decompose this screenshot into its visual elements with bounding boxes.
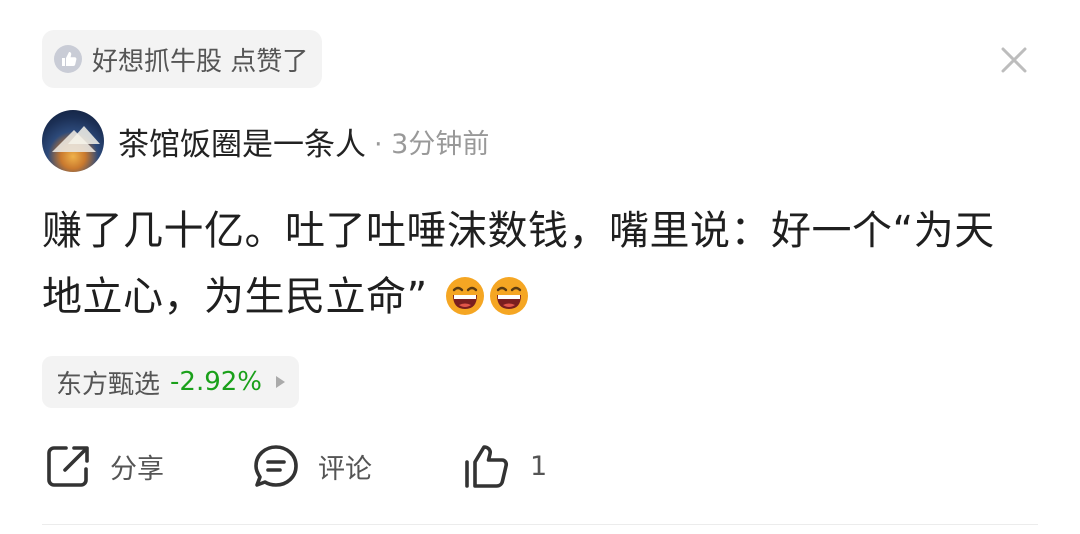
share-icon [47,446,89,487]
like-notification-banner[interactable]: 好想抓牛股 点赞了 [42,30,323,88]
comment-icon [254,445,298,487]
stock-name: 东方甄选 [56,369,161,400]
stock-tag[interactable]: 东方甄选 -2.92% [42,356,299,408]
comment-button[interactable]: 评论 [252,438,372,494]
like-button[interactable]: 1 [462,438,547,494]
stock-change: -2.92% [170,367,262,397]
divider [42,524,1038,525]
comment-label: 评论 [318,453,372,485]
close-icon [1001,47,1027,73]
action-bar: 分享 评论 1 [42,438,1042,494]
thumbs-up-circle-icon [52,43,84,75]
caret-right-icon [276,376,285,388]
close-button[interactable] [996,42,1032,78]
post-content[interactable]: 赚了几十亿。吐了吐唾沫数钱，嘴里说：好一个“为天地立心，为生民立命” [42,198,1032,330]
laughing-emoji-icon [489,277,528,315]
laughing-emoji-icon [445,277,484,315]
avatar[interactable] [42,110,104,172]
like-count: 1 [530,450,548,482]
share-button[interactable]: 分享 [44,438,164,494]
author-name[interactable]: 茶馆饭圈是一条人 [118,119,366,164]
share-label: 分享 [110,453,164,485]
author-row: 茶馆饭圈是一条人 · 3分钟前 [42,110,489,172]
post-timestamp: · 3分钟前 [374,128,490,160]
thumbs-up-icon [465,445,509,488]
like-notification-text: 好想抓牛股 点赞了 [92,46,309,77]
